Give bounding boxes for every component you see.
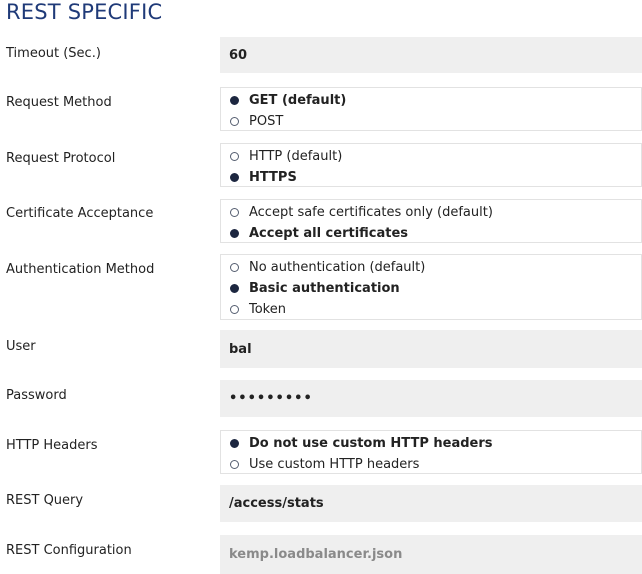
radio-unselected-icon bbox=[230, 304, 239, 314]
timeout-label: Timeout (Sec.) bbox=[6, 46, 101, 61]
http-headers-label: HTTP Headers bbox=[6, 438, 98, 453]
user-input[interactable]: bal bbox=[220, 330, 642, 368]
radio-selected-icon bbox=[230, 172, 239, 182]
request-protocol-label: Request Protocol bbox=[6, 151, 116, 166]
rest-query-label: REST Query bbox=[6, 493, 84, 508]
radio-https-label: HTTPS bbox=[249, 169, 297, 185]
rest-configuration-label: REST Configuration bbox=[6, 543, 132, 558]
radio-accept-safe[interactable]: Accept safe certificates only (default) bbox=[221, 202, 493, 222]
certificate-acceptance-radio-group: Accept safe certificates only (default) … bbox=[220, 199, 642, 243]
section-title: REST SPECIFIC bbox=[6, 0, 163, 24]
radio-unselected-icon bbox=[230, 207, 239, 217]
authentication-method-radio-group: No authentication (default) Basic authen… bbox=[220, 254, 642, 320]
radio-token[interactable]: Token bbox=[221, 299, 286, 319]
user-label: User bbox=[6, 339, 36, 354]
request-protocol-radio-group: HTTP (default) HTTPS bbox=[220, 143, 642, 187]
radio-no-custom-headers[interactable]: Do not use custom HTTP headers bbox=[221, 433, 493, 453]
request-method-label: Request Method bbox=[6, 95, 112, 110]
rest-configuration-input[interactable]: kemp.loadbalancer.json bbox=[220, 535, 642, 574]
password-label: Password bbox=[6, 388, 67, 403]
radio-unselected-icon bbox=[230, 151, 239, 161]
radio-get[interactable]: GET (default) bbox=[221, 90, 346, 110]
radio-post[interactable]: POST bbox=[221, 111, 283, 131]
radio-unselected-icon bbox=[230, 459, 239, 469]
radio-accept-safe-label: Accept safe certificates only (default) bbox=[249, 204, 493, 220]
radio-selected-icon bbox=[230, 438, 239, 448]
radio-unselected-icon bbox=[230, 116, 239, 126]
radio-no-auth[interactable]: No authentication (default) bbox=[221, 257, 425, 277]
password-input[interactable]: ••••••••• bbox=[220, 380, 642, 417]
radio-custom-headers-label: Use custom HTTP headers bbox=[249, 456, 420, 472]
radio-post-label: POST bbox=[249, 113, 284, 129]
radio-basic-auth[interactable]: Basic authentication bbox=[221, 278, 400, 298]
radio-no-custom-headers-label: Do not use custom HTTP headers bbox=[249, 435, 493, 451]
radio-accept-all-label: Accept all certificates bbox=[249, 225, 409, 241]
radio-https[interactable]: HTTPS bbox=[221, 167, 297, 187]
radio-basic-auth-label: Basic authentication bbox=[249, 280, 400, 296]
request-method-radio-group: GET (default) POST bbox=[220, 87, 642, 131]
radio-http[interactable]: HTTP (default) bbox=[221, 146, 342, 166]
radio-token-label: Token bbox=[249, 301, 286, 317]
radio-selected-icon bbox=[230, 228, 239, 238]
radio-http-label: HTTP (default) bbox=[249, 148, 343, 164]
radio-get-label: GET (default) bbox=[249, 92, 347, 108]
radio-accept-all[interactable]: Accept all certificates bbox=[221, 223, 408, 243]
authentication-method-label: Authentication Method bbox=[6, 262, 155, 277]
radio-unselected-icon bbox=[230, 262, 239, 272]
rest-query-input[interactable]: /access/stats bbox=[220, 485, 642, 522]
radio-no-auth-label: No authentication (default) bbox=[249, 259, 426, 275]
http-headers-radio-group: Do not use custom HTTP headers Use custo… bbox=[220, 430, 642, 474]
radio-custom-headers[interactable]: Use custom HTTP headers bbox=[221, 454, 419, 474]
radio-selected-icon bbox=[230, 283, 239, 293]
certificate-acceptance-label: Certificate Acceptance bbox=[6, 206, 154, 221]
timeout-input[interactable]: 60 bbox=[220, 37, 642, 73]
radio-selected-icon bbox=[230, 95, 239, 105]
